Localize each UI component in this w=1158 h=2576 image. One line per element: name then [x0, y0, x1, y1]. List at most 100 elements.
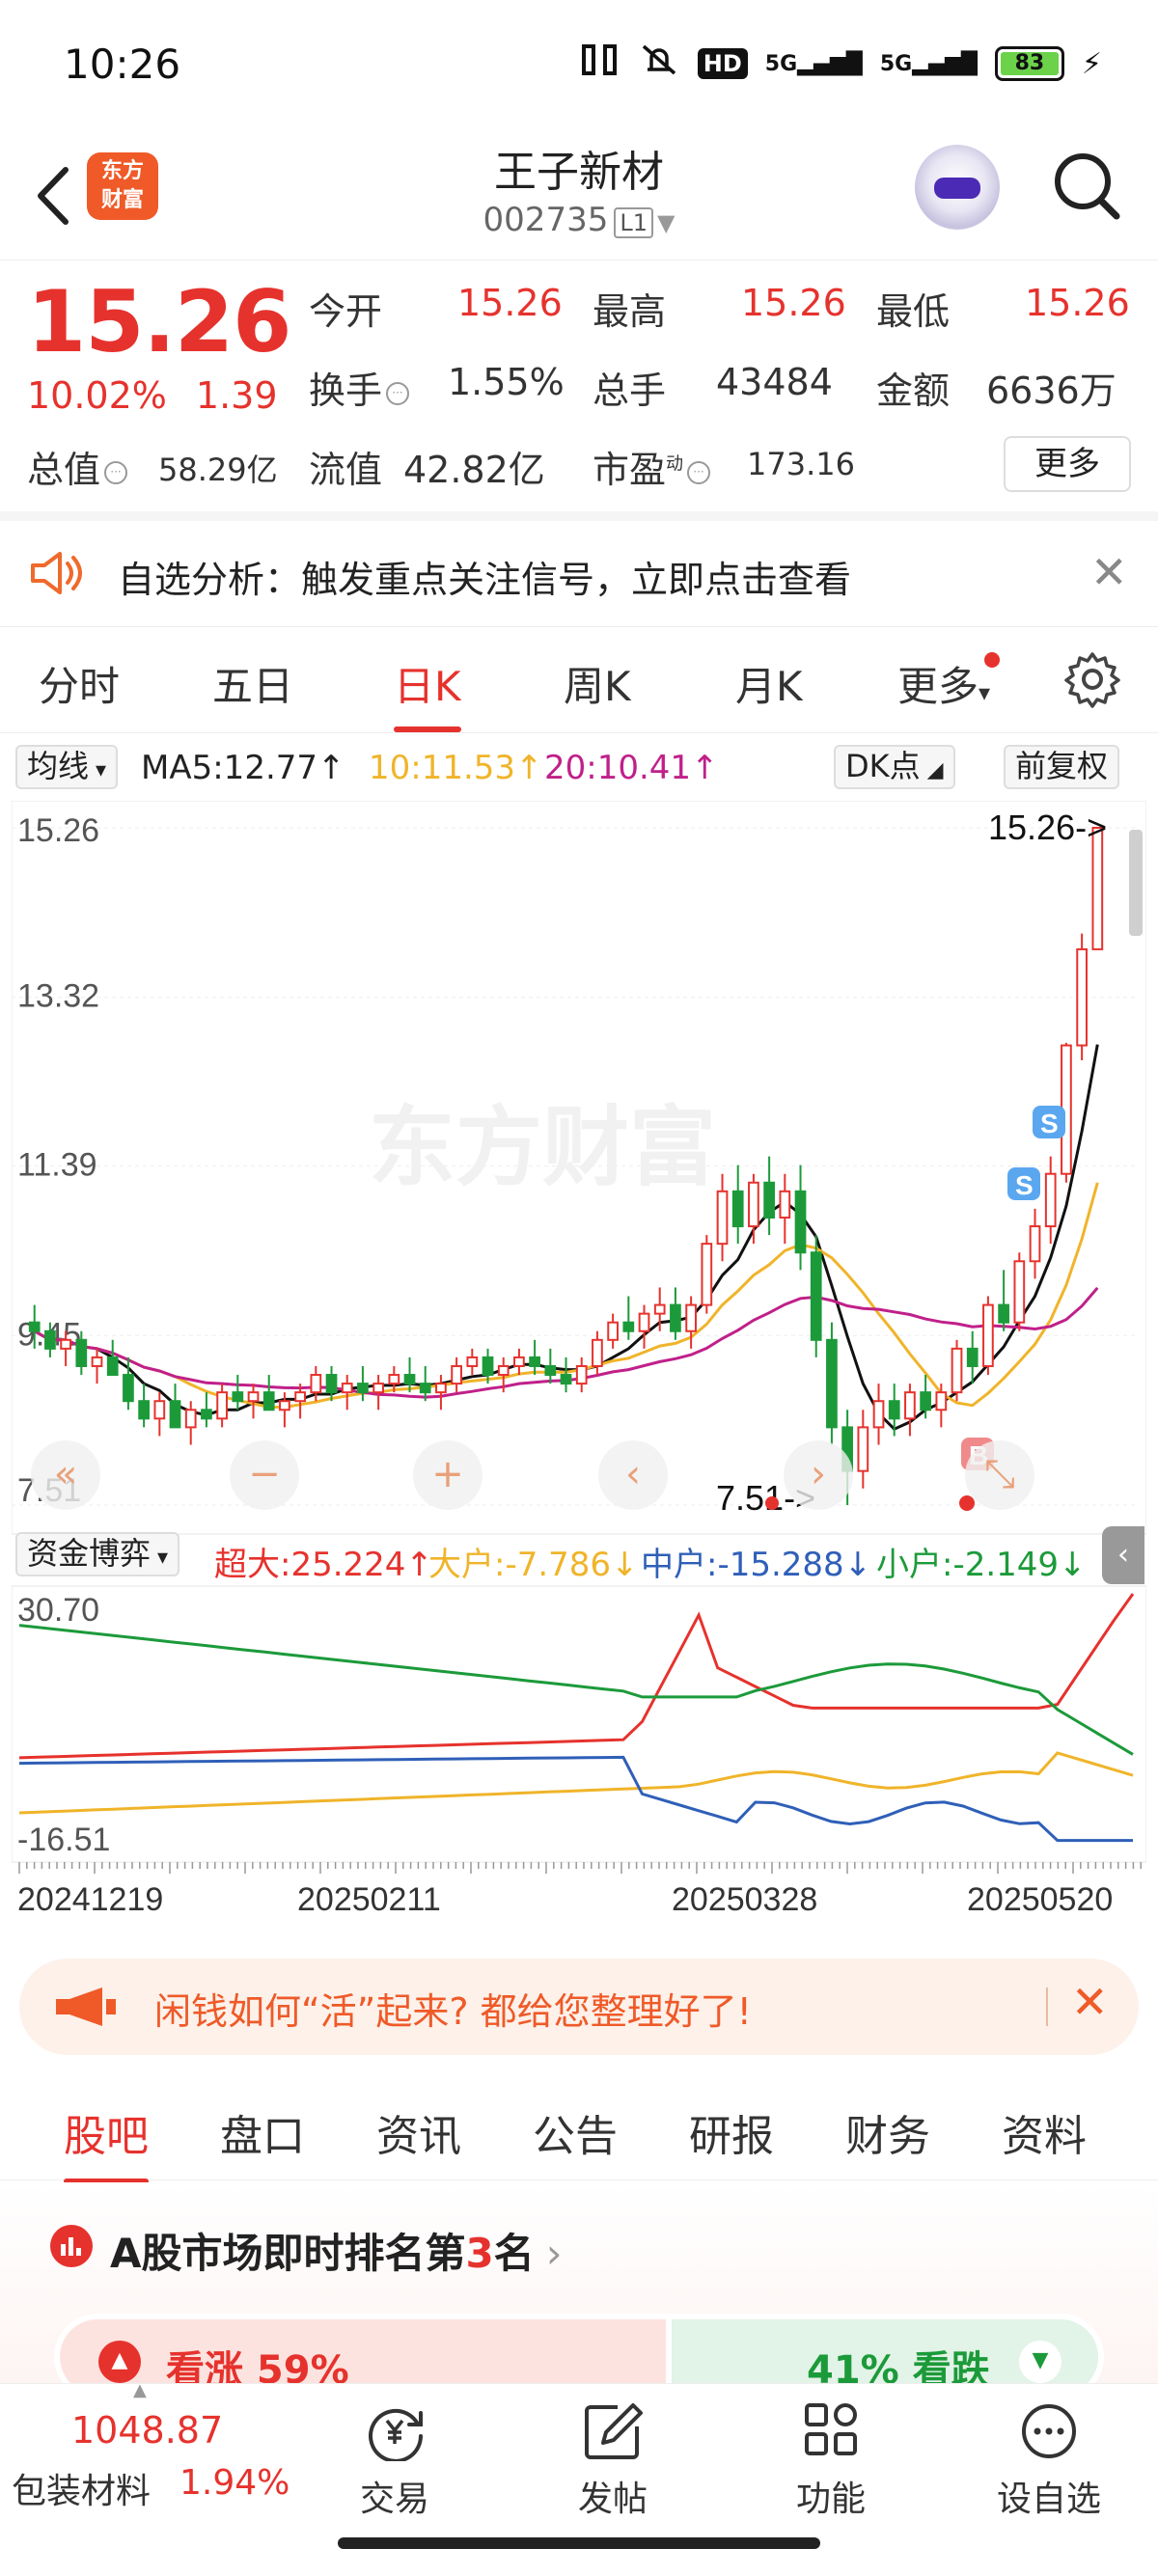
expand-icon[interactable]: ⤡: [965, 1440, 1034, 1510]
candle-body: [872, 1400, 885, 1429]
low-value: 15.26: [1025, 282, 1130, 324]
home-indicator: [338, 2537, 820, 2549]
nav-post[interactable]: 发帖: [540, 2401, 685, 2521]
sector-index[interactable]: ▲ 1048.87 包装材料 1.94%: [0, 2380, 318, 2529]
pe-label: 市盈动 ···: [593, 440, 711, 493]
funds-axis-label: -16.51: [17, 1822, 110, 1858]
volume-label: 总手: [593, 370, 667, 412]
candle-body: [325, 1374, 338, 1394]
caret-up-icon: ▲: [133, 2380, 147, 2400]
more-button[interactable]: 更多: [1004, 436, 1131, 492]
funds-selector[interactable]: 资金博弈 ▾: [15, 1532, 180, 1576]
candle-body: [920, 1391, 931, 1411]
candle-body: [575, 1364, 588, 1385]
date-label: 20250328: [672, 1881, 817, 1918]
candle-body: [1076, 947, 1088, 1047]
rank-title[interactable]: A股市场即时排名第3名 ›: [110, 2221, 563, 2280]
candle-body: [247, 1391, 260, 1403]
level-badge: L1: [614, 207, 653, 238]
close-icon[interactable]: ✕: [1090, 550, 1128, 594]
scroll-left-icon[interactable]: «: [31, 1440, 100, 1510]
chart-area[interactable]: 15.2613.3211.399.457.51东方财富15.26->7.51->…: [11, 800, 1147, 1939]
kline-chart[interactable]: 15.2613.3211.399.457.51东方财富15.26->7.51->…: [11, 800, 1147, 1939]
pe-value: 173.16: [747, 446, 855, 482]
signal-5g-icon-2: 5G▂▄▆█: [879, 51, 978, 76]
date-label: 20241219: [17, 1881, 163, 1918]
svg-text:«: «: [54, 1452, 77, 1496]
step-left-icon[interactable]: ‹: [598, 1440, 668, 1510]
search-button[interactable]: [1050, 147, 1123, 224]
svg-text:›: ›: [811, 1452, 826, 1496]
tab-profile[interactable]: 资料: [1002, 2101, 1087, 2163]
dk-point-selector[interactable]: DK点 ◢: [834, 745, 955, 789]
candle-body: [451, 1364, 462, 1385]
nav-functions[interactable]: 功能: [758, 2401, 903, 2521]
open-label: 今开: [309, 290, 383, 333]
date-label: 20250211: [297, 1881, 441, 1918]
candle-body: [44, 1329, 56, 1350]
tab-order-book[interactable]: 盘口: [220, 2101, 305, 2163]
tab-financials[interactable]: 财务: [845, 2101, 930, 2163]
candle-body: [935, 1391, 948, 1411]
close-icon[interactable]: ✕: [1071, 1976, 1109, 2028]
nav-add-watchlist[interactable]: 设自选: [977, 2401, 1121, 2521]
zoom-out-icon[interactable]: −: [230, 1440, 299, 1510]
collapse-panel-button[interactable]: ‹: [1102, 1526, 1144, 1584]
open-value: 15.26: [457, 282, 563, 324]
tab-monthly-k[interactable]: 月K: [735, 654, 803, 713]
large-flow: 大户:-7.786↓: [428, 1546, 639, 1584]
down-arrow-icon: ▼: [1019, 2341, 1062, 2383]
float-value: 42.82亿: [403, 449, 545, 491]
candle-body: [1029, 1225, 1041, 1263]
adjust-selector[interactable]: 前复权: [1004, 745, 1120, 789]
candle-body: [341, 1383, 353, 1394]
ma-selector[interactable]: 均线 ▾: [15, 745, 119, 789]
candle-body: [794, 1190, 807, 1254]
candle-body: [372, 1383, 384, 1394]
tab-research[interactable]: 研报: [689, 2101, 774, 2163]
candle-body: [466, 1356, 479, 1367]
turnover-value: 1.55%: [448, 361, 565, 403]
sell-signal-label: S: [1040, 1109, 1059, 1138]
candle-body: [966, 1347, 979, 1367]
settings-gear-icon[interactable]: [1063, 650, 1121, 708]
small-flow: 小户:-2.149↓: [876, 1546, 1087, 1584]
tab-weekly-k[interactable]: 周K: [564, 654, 631, 713]
ma-row: 均线 ▾ MA5:12.77↑ 10:11.53↑ 20:10.41↑ DK点 …: [0, 741, 1158, 795]
alert-bar[interactable]: 自选分析：触发重点关注信号，立即点击查看 ✕: [0, 521, 1158, 627]
price-axis-label: 15.26: [17, 812, 99, 849]
candle-body: [716, 1190, 729, 1246]
chevron-right-icon: ›: [545, 2230, 563, 2277]
mute-icon: [638, 42, 680, 85]
candle-body: [262, 1391, 275, 1411]
tab-intraday[interactable]: 分时: [39, 654, 120, 713]
sector-pct: 1.94%: [179, 2463, 290, 2503]
promo-banner[interactable]: 闲钱如何“活”起来? 都给您整理好了! ✕: [19, 1959, 1139, 2055]
candle-body: [810, 1251, 822, 1341]
tab-daily-k[interactable]: 日K: [394, 654, 461, 732]
candle-body: [106, 1356, 119, 1377]
tab-announcements[interactable]: 公告: [533, 2101, 618, 2163]
more-dots-icon: [1022, 2404, 1076, 2458]
tab-five-day[interactable]: 五日: [212, 654, 293, 713]
candle-body: [482, 1356, 494, 1377]
tab-news[interactable]: 资讯: [376, 2101, 461, 2163]
candle-body: [388, 1374, 400, 1385]
scroll-thumb: [1129, 830, 1143, 936]
candle-body: [201, 1409, 212, 1420]
assistant-avatar[interactable]: [915, 145, 1000, 230]
up-arrow-icon: ▲: [98, 2341, 141, 2383]
signal-dot: [765, 1496, 779, 1510]
candle-body: [184, 1409, 197, 1429]
zoom-in-icon[interactable]: +: [413, 1440, 482, 1510]
current-price: 15.26: [27, 272, 291, 371]
candle-body: [294, 1391, 306, 1403]
candle-body: [779, 1190, 791, 1219]
tab-forum[interactable]: 股吧: [64, 2101, 149, 2184]
candle-body: [638, 1312, 650, 1332]
tab-more[interactable]: 更多▾: [897, 652, 1001, 713]
nav-trade[interactable]: 交易: [322, 2401, 467, 2521]
price-axis-label: 13.32: [17, 978, 99, 1015]
step-right-icon[interactable]: ›: [784, 1440, 853, 1510]
earbuds-icon: [578, 42, 620, 85]
